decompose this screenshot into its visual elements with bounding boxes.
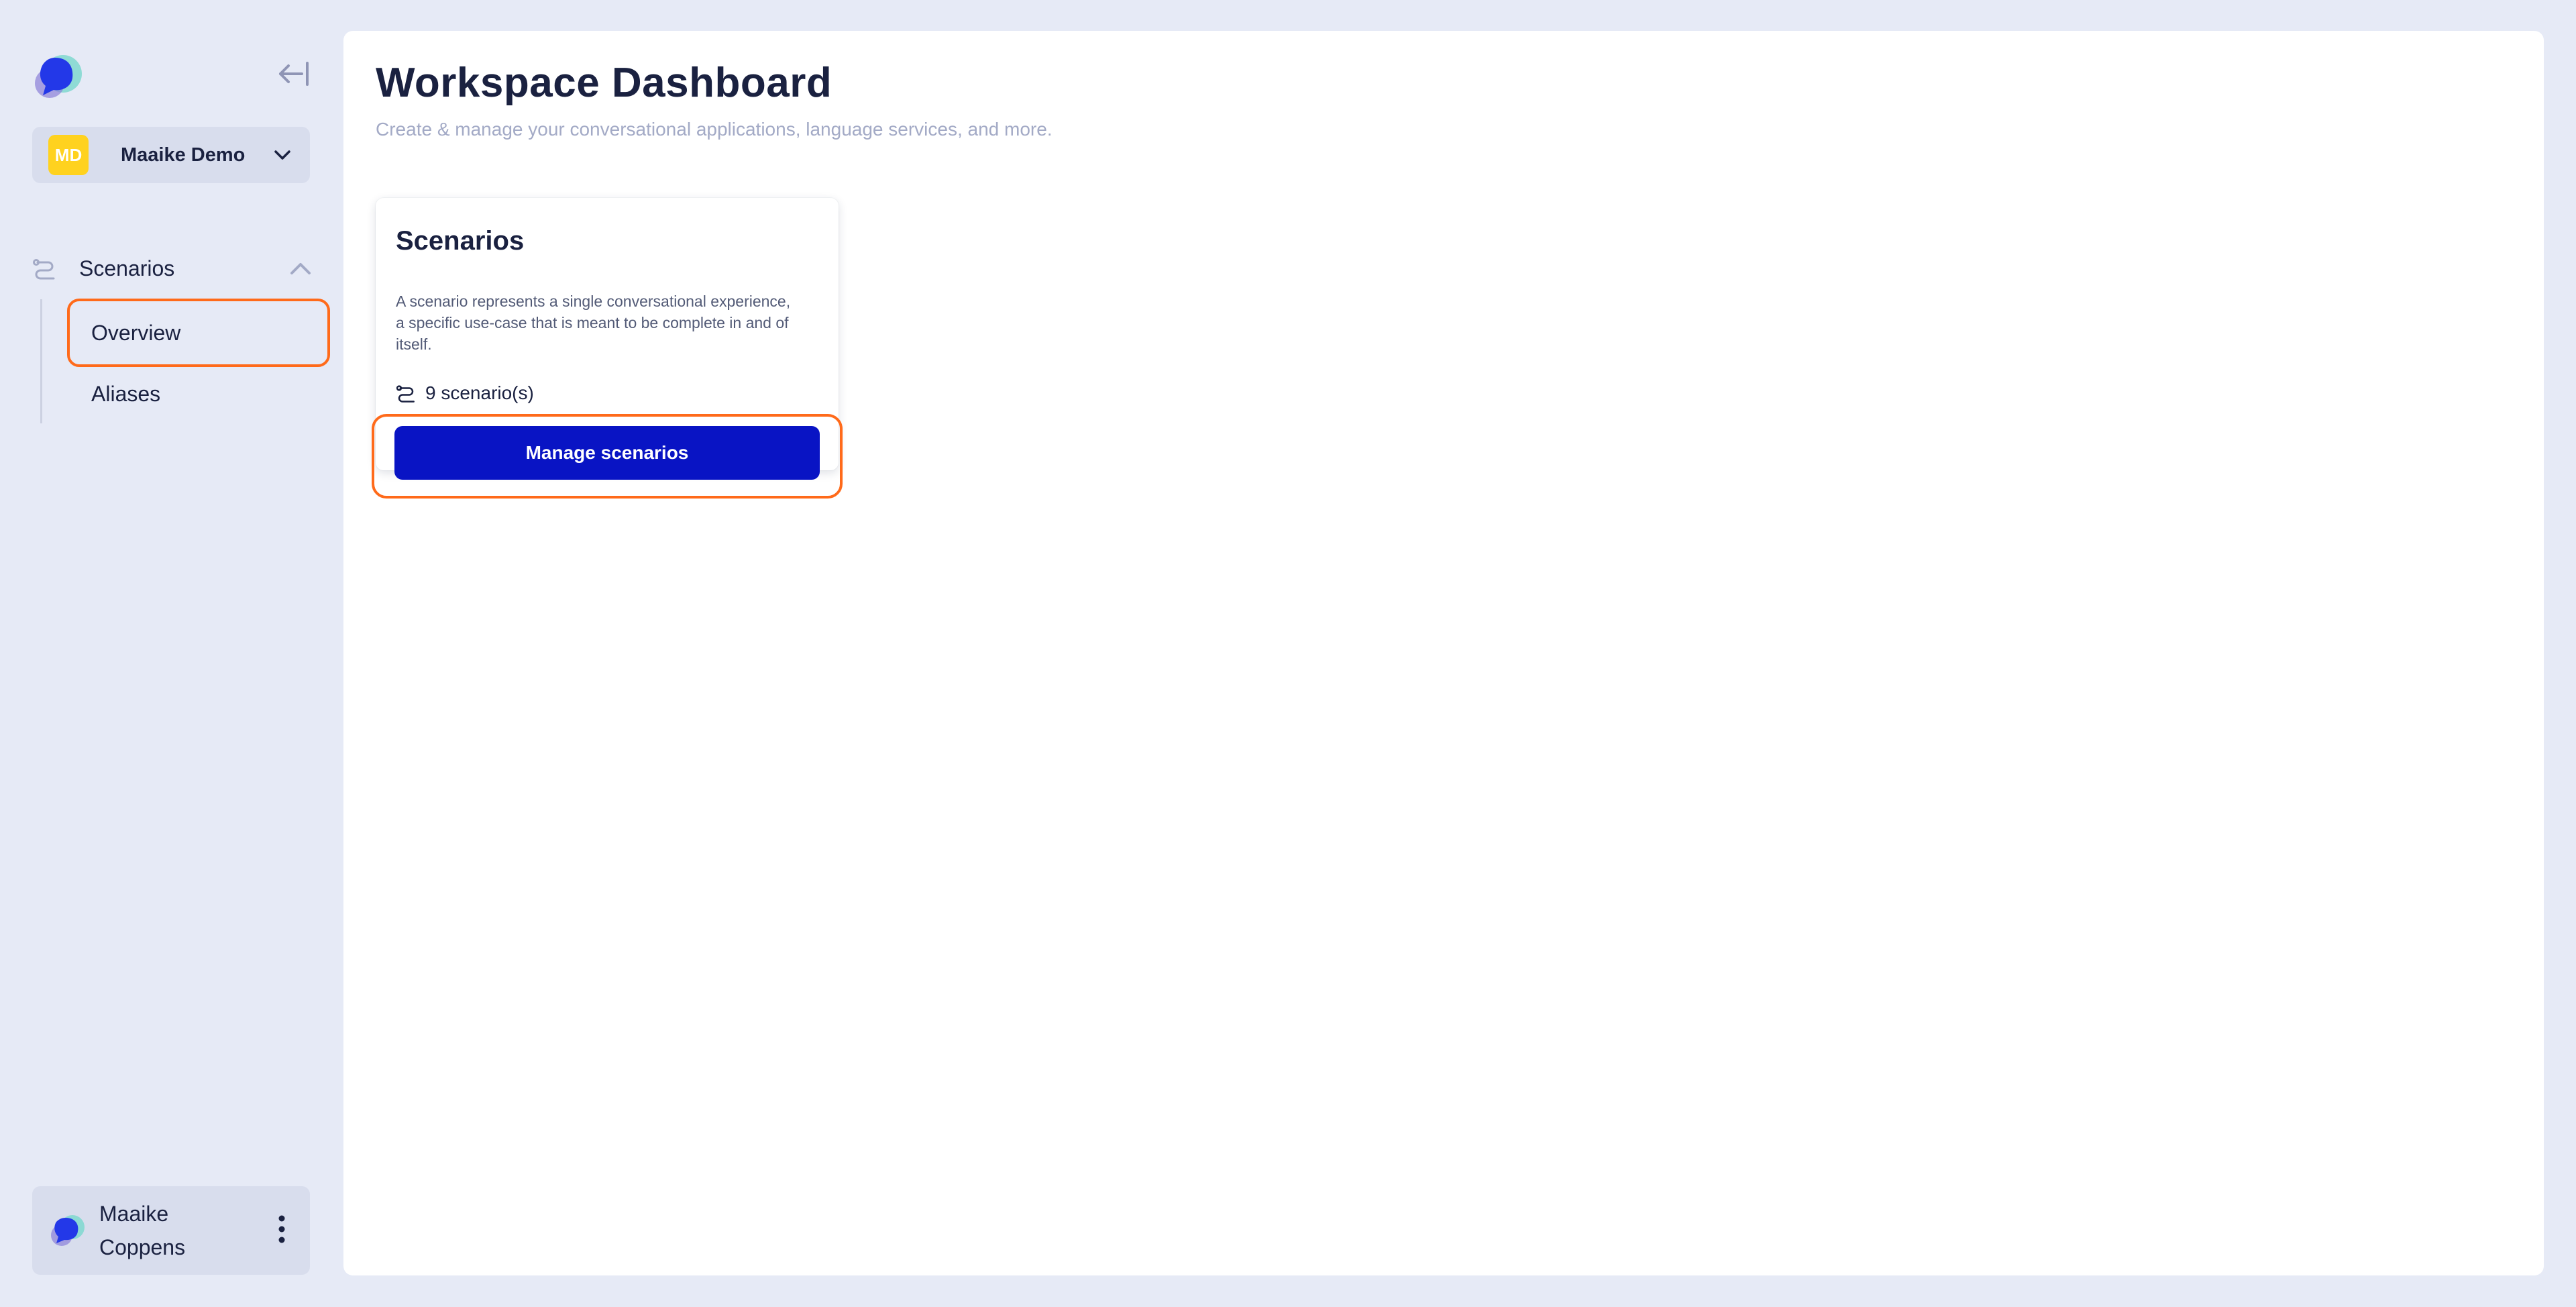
workspace-avatar: MD — [48, 135, 89, 175]
user-first-name: Maaike — [99, 1202, 169, 1226]
chevron-up-icon[interactable] — [287, 255, 314, 282]
main-panel: Workspace Dashboard Create & manage your… — [343, 31, 2544, 1275]
sidebar-item-label: Aliases — [91, 381, 161, 406]
page-subtitle: Create & manage your conversational appl… — [376, 119, 1053, 140]
sidebar-item-overview[interactable]: Overview — [67, 299, 330, 367]
workspace-name: Maaike Demo — [121, 144, 246, 166]
manage-scenarios-button[interactable]: Manage scenarios — [394, 426, 820, 480]
scenarios-card: Scenarios A scenario represents a single… — [372, 198, 843, 499]
sidebar: MD Maaike Demo Scenarios Overview Aliase… — [0, 0, 342, 1307]
user-last-name: Coppens — [99, 1235, 186, 1259]
card-description: A scenario represents a single conversat… — [396, 293, 791, 353]
workspace-selector[interactable]: MD Maaike Demo — [32, 127, 310, 183]
user-name: Maaike Coppens — [99, 1197, 268, 1264]
user-menu-button[interactable] — [268, 1207, 295, 1254]
route-icon — [32, 256, 58, 281]
nav-rail-divider — [40, 299, 42, 423]
scenario-count: 9 scenario(s) — [396, 380, 534, 407]
collapse-sidebar-button[interactable] — [275, 59, 313, 91]
page-title: Workspace Dashboard — [376, 60, 833, 106]
user-avatar-icon — [47, 1210, 89, 1251]
app-logo-icon[interactable] — [30, 48, 87, 106]
arrow-left-bar-icon — [276, 60, 311, 91]
card-title: Scenarios — [396, 226, 525, 256]
more-vertical-icon — [278, 1214, 286, 1247]
user-profile-card: Maaike Coppens — [32, 1186, 310, 1275]
sidebar-item-label: Overview — [91, 320, 181, 345]
route-icon — [396, 382, 419, 405]
nav-group-scenarios[interactable]: Scenarios — [32, 248, 314, 289]
scenario-count-label: 9 scenario(s) — [425, 382, 534, 403]
chevron-down-icon — [272, 145, 292, 165]
sidebar-item-aliases[interactable]: Aliases — [67, 360, 330, 428]
nav-group-label: Scenarios — [79, 256, 175, 280]
manage-scenarios-highlight: Manage scenarios — [372, 414, 843, 499]
